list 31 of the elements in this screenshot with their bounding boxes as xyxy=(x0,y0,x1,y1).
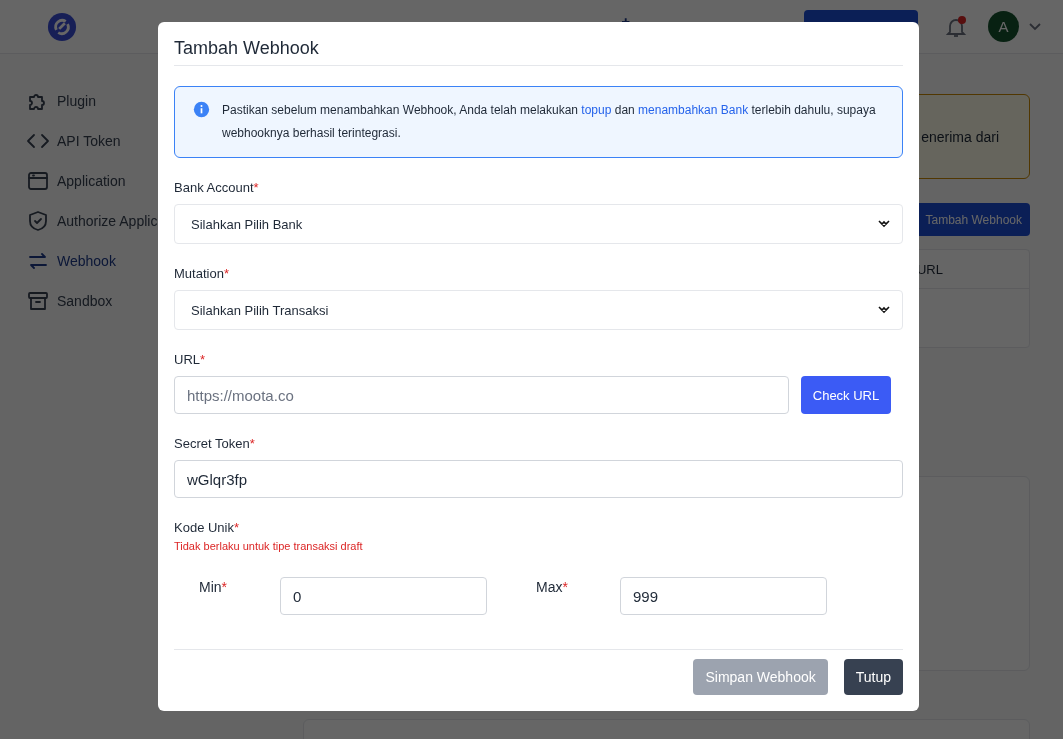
alert-text: enerima dari xyxy=(921,128,999,145)
field-label: URL* xyxy=(174,352,207,367)
min-input[interactable]: 0 xyxy=(280,577,487,615)
text-link[interactable]: topup xyxy=(581,103,612,117)
field-label: Min* xyxy=(199,579,228,595)
field-label: Mutation* xyxy=(174,266,230,281)
url-input[interactable]: https://moota.co xyxy=(174,376,789,414)
hint-text: Tidak berlaku untuk tipe transaksi draft xyxy=(174,540,364,552)
caret-icon[interactable] xyxy=(1029,22,1041,31)
text-link[interactable]: menambahkan Bank xyxy=(638,103,749,117)
logo-icon[interactable] xyxy=(47,11,77,42)
archive-icon xyxy=(26,289,50,313)
close-button[interactable]: Tutup xyxy=(843,659,903,695)
field-label: Max* xyxy=(536,579,569,595)
check-url-button[interactable]: Check URL xyxy=(801,376,891,414)
chevron-icon xyxy=(878,306,890,314)
mutation-select[interactable]: Silahkan Pilih Transaksi xyxy=(174,290,903,330)
field-label: Kode Unik* xyxy=(174,520,241,535)
secret-token-input[interactable]: wGlqr3fp xyxy=(174,460,903,498)
window-icon xyxy=(26,169,50,193)
shield-icon xyxy=(26,209,50,233)
bell-icon[interactable] xyxy=(944,14,968,39)
field-label: Secret Token* xyxy=(174,436,256,451)
max-input[interactable]: 999 xyxy=(620,577,827,615)
avatar[interactable]: A xyxy=(988,11,1019,42)
field-label: Bank Account* xyxy=(174,180,260,195)
info-text: Pastikan sebelum menambahkan Webhook, Anda telah melakukan topup dan menambahkan Bank terlebih dahulu, supaya webhooknya berhasil terintegrasi. xyxy=(222,102,877,142)
bank-account-select[interactable]: Silahkan Pilih Bank xyxy=(174,204,903,244)
modal-title: Tambah Webhook xyxy=(174,38,903,66)
info-icon xyxy=(193,101,210,118)
chevron-icon xyxy=(878,220,890,228)
